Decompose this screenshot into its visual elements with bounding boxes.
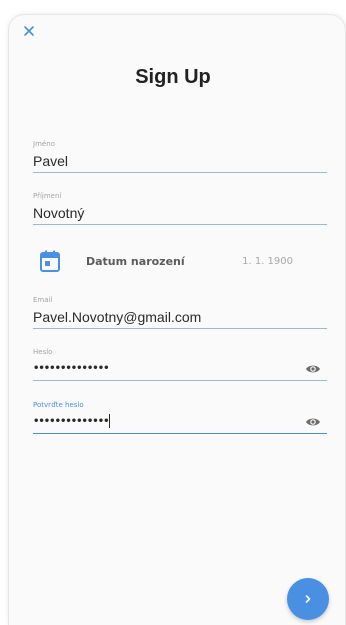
- last-name-input[interactable]: Novotný: [33, 202, 327, 224]
- text-caret: [109, 414, 111, 428]
- chevron-right-icon: [305, 595, 311, 603]
- confirm-password-text: ••••••••••••••: [33, 416, 109, 427]
- confirm-password-field[interactable]: Potvrďte heslo ••••••••••••••: [33, 399, 327, 434]
- birth-date-picker[interactable]: Datum narození 1. 1. 1900: [33, 246, 327, 276]
- first-name-input[interactable]: Pavel: [33, 150, 327, 172]
- email-field[interactable]: Email Pavel.Novotny@gmail.com: [33, 294, 327, 329]
- eye-icon: [306, 418, 320, 426]
- email-input[interactable]: Pavel.Novotny@gmail.com: [33, 306, 327, 328]
- email-label: Email: [33, 296, 53, 304]
- last-name-label: Příjmení: [33, 192, 62, 200]
- next-button[interactable]: [287, 578, 329, 620]
- password-input[interactable]: ••••••••••••••: [33, 358, 327, 380]
- password-label: Heslo: [33, 348, 53, 356]
- close-icon: [24, 26, 34, 36]
- first-name-label: Jméno: [33, 140, 55, 148]
- password-field[interactable]: Heslo ••••••••••••••: [33, 346, 327, 381]
- last-name-field[interactable]: Příjmení Novotný: [33, 190, 327, 225]
- first-name-field[interactable]: Jméno Pavel: [33, 138, 327, 173]
- close-button[interactable]: [20, 22, 38, 40]
- confirm-password-label: Potvrďte heslo: [33, 401, 84, 409]
- page-title: Sign Up: [135, 66, 211, 88]
- confirm-password-input[interactable]: ••••••••••••••: [33, 411, 327, 433]
- show-confirm-password-button[interactable]: [305, 416, 321, 428]
- birth-date-value: 1. 1. 1900: [242, 255, 293, 267]
- eye-icon: [306, 365, 320, 373]
- birth-date-label: Datum narození: [86, 254, 185, 268]
- show-password-button[interactable]: [305, 363, 321, 375]
- calendar-icon: [39, 249, 61, 273]
